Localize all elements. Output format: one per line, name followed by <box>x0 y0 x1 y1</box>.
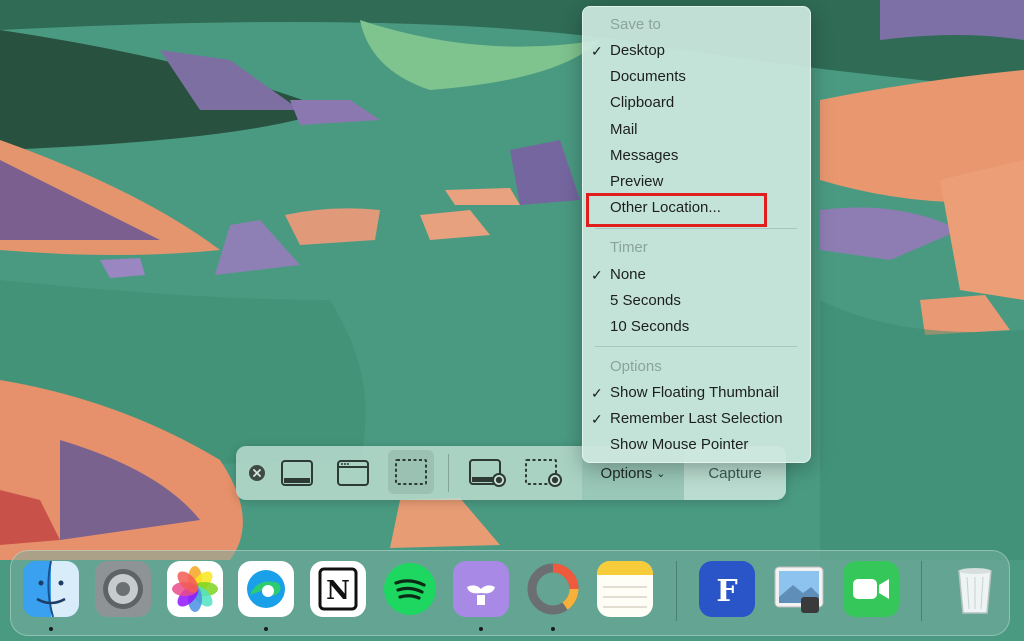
menu-item-desktop[interactable]: ✓ Desktop <box>583 38 810 64</box>
window-icon <box>337 460 369 486</box>
menu-item-label: Show Floating Thumbnail <box>610 384 779 401</box>
running-indicator <box>264 627 268 631</box>
edge-icon[interactable] <box>238 561 294 617</box>
fenix-icon-glyph: F <box>716 574 737 609</box>
capture-selected-portion-button[interactable] <box>388 450 434 494</box>
dock-separator <box>676 561 677 621</box>
close-toolbar-button[interactable] <box>248 464 266 482</box>
menu-item-5-seconds[interactable]: 5 Seconds <box>583 288 810 314</box>
menu-item-clipboard[interactable]: Clipboard <box>583 90 810 116</box>
desktop-wallpaper <box>0 0 1024 641</box>
finder-icon[interactable] <box>23 561 79 617</box>
timer-header: Timer <box>610 239 648 256</box>
selection-icon <box>395 459 427 485</box>
menu-item-label: Desktop <box>610 42 666 59</box>
capture-window-button[interactable] <box>334 455 372 491</box>
dock: NF <box>10 550 1010 636</box>
record-entire-screen-button[interactable] <box>466 454 510 492</box>
menu-item-preview[interactable]: Preview <box>583 169 810 195</box>
checkmark-icon: ✓ <box>591 411 603 428</box>
menu-item-label: Show Mouse Pointer <box>610 436 749 454</box>
menu-item-label: Preview <box>610 173 664 190</box>
menu-item-show-floating-thumbnail[interactable]: ✓ Show Floating Thumbnail <box>583 380 810 406</box>
menu-item-label: Mail <box>610 120 638 138</box>
facetime-icon[interactable] <box>843 561 899 617</box>
record-selected-portion-button[interactable] <box>522 454 566 492</box>
bartender-icon[interactable] <box>453 561 509 617</box>
capture-entire-screen-button[interactable] <box>278 455 316 491</box>
menu-item-label: Documents <box>610 68 686 86</box>
menu-item-label: Remember Last Selection <box>610 410 783 428</box>
menu-item-messages[interactable]: Messages <box>583 143 810 169</box>
preview-icon[interactable] <box>771 561 827 617</box>
notion-icon[interactable]: N <box>310 561 366 617</box>
menu-item-label: Messages <box>610 146 679 164</box>
toolbar-divider <box>448 454 449 492</box>
checkmark-icon: ✓ <box>591 385 603 401</box>
spotify-icon[interactable] <box>382 561 438 617</box>
checkmark-icon: ✓ <box>591 267 603 283</box>
running-indicator <box>551 627 555 631</box>
fenix-icon[interactable]: F <box>699 561 755 617</box>
photos-icon[interactable] <box>167 561 223 617</box>
chevron-down-icon: ⌄ <box>656 467 666 480</box>
system-settings-icon[interactable] <box>95 561 151 617</box>
close-icon <box>249 465 265 481</box>
record-screen-icon <box>469 459 506 487</box>
menu-item-10-seconds[interactable]: 10 Seconds <box>583 314 810 340</box>
menu-item-label: 10 Seconds <box>610 318 690 336</box>
running-indicator <box>49 627 53 631</box>
menu-item-label: Clipboard <box>610 94 675 112</box>
menu-separator <box>595 346 797 347</box>
menu-item-documents[interactable]: Documents <box>583 64 810 90</box>
record-selection-icon <box>525 459 562 487</box>
menu-item-mail[interactable]: Mail <box>583 117 810 143</box>
options-header: Options <box>610 358 662 375</box>
options-menu: Save to ✓ Desktop Documents Clipboard Mail Me… <box>582 6 811 463</box>
running-indicator <box>479 627 483 631</box>
entire-screen-icon <box>281 460 313 486</box>
trash-icon[interactable] <box>947 561 1003 617</box>
menu-item-none[interactable]: ✓ None <box>583 262 810 288</box>
checkmark-icon: ✓ <box>591 43 603 59</box>
other-location-highlight <box>586 193 767 227</box>
menu-item-label: None <box>610 266 646 283</box>
options-label: Options <box>600 464 653 482</box>
save-to-header: Save to <box>610 16 661 33</box>
istat-icon[interactable] <box>525 561 581 617</box>
menu-item-remember-last-selection[interactable]: ✓ Remember Last Selection <box>583 406 810 432</box>
menu-separator <box>595 228 797 229</box>
menu-item-show-mouse-pointer[interactable]: Show Mouse Pointer <box>583 432 810 458</box>
capture-label: Capture <box>708 464 762 482</box>
notes-icon[interactable] <box>597 561 653 617</box>
dock-separator <box>921 561 922 621</box>
notion-icon-glyph: N <box>326 576 350 606</box>
menu-item-label: 5 Seconds <box>610 292 681 310</box>
